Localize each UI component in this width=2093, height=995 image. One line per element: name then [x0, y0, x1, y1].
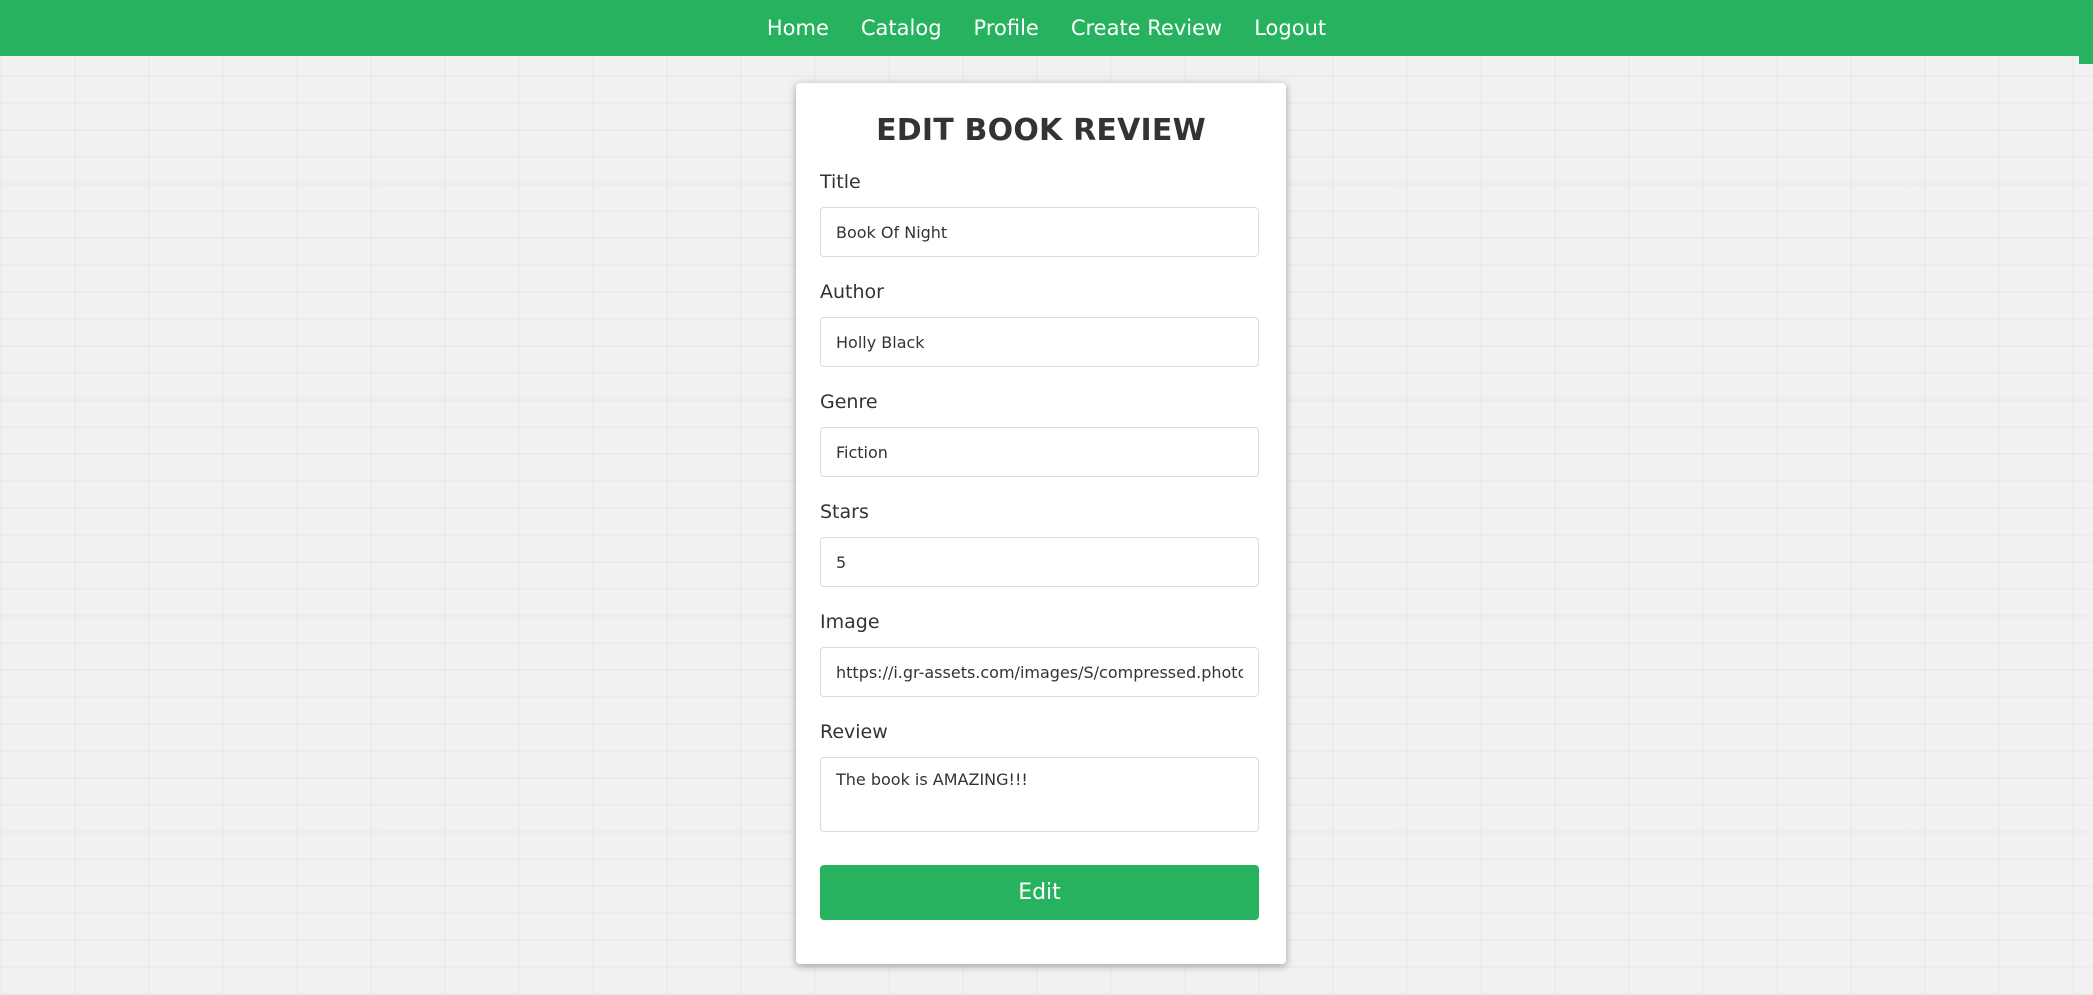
nav-link-logout[interactable]: Logout: [1254, 17, 1326, 39]
genre-input[interactable]: [820, 427, 1259, 477]
edit-submit-button[interactable]: Edit: [820, 865, 1259, 920]
image-url-input[interactable]: [820, 647, 1259, 697]
author-label: Author: [820, 281, 884, 303]
review-textarea[interactable]: The book is AMAZING!!!: [820, 757, 1259, 832]
nav-link-home[interactable]: Home: [767, 17, 829, 39]
stars-label: Stars: [820, 501, 869, 523]
review-label: Review: [820, 721, 888, 743]
nav-links: Home Catalog Profile Create Review Logou…: [0, 0, 2093, 56]
stars-input[interactable]: [820, 537, 1259, 587]
nav-link-create-review[interactable]: Create Review: [1071, 17, 1222, 39]
image-label: Image: [820, 611, 880, 633]
title-label: Title: [820, 171, 861, 193]
form-title: EDIT BOOK REVIEW: [876, 113, 1206, 148]
edit-review-form: EDIT BOOK REVIEW Title Author Genre Star…: [796, 83, 1286, 964]
nav-link-profile[interactable]: Profile: [974, 17, 1039, 39]
author-input[interactable]: [820, 317, 1259, 367]
navbar-corner-accent: [2079, 56, 2093, 64]
genre-label: Genre: [820, 391, 878, 413]
title-input[interactable]: [820, 207, 1259, 257]
top-navbar: Home Catalog Profile Create Review Logou…: [0, 0, 2093, 56]
nav-link-catalog[interactable]: Catalog: [861, 17, 942, 39]
